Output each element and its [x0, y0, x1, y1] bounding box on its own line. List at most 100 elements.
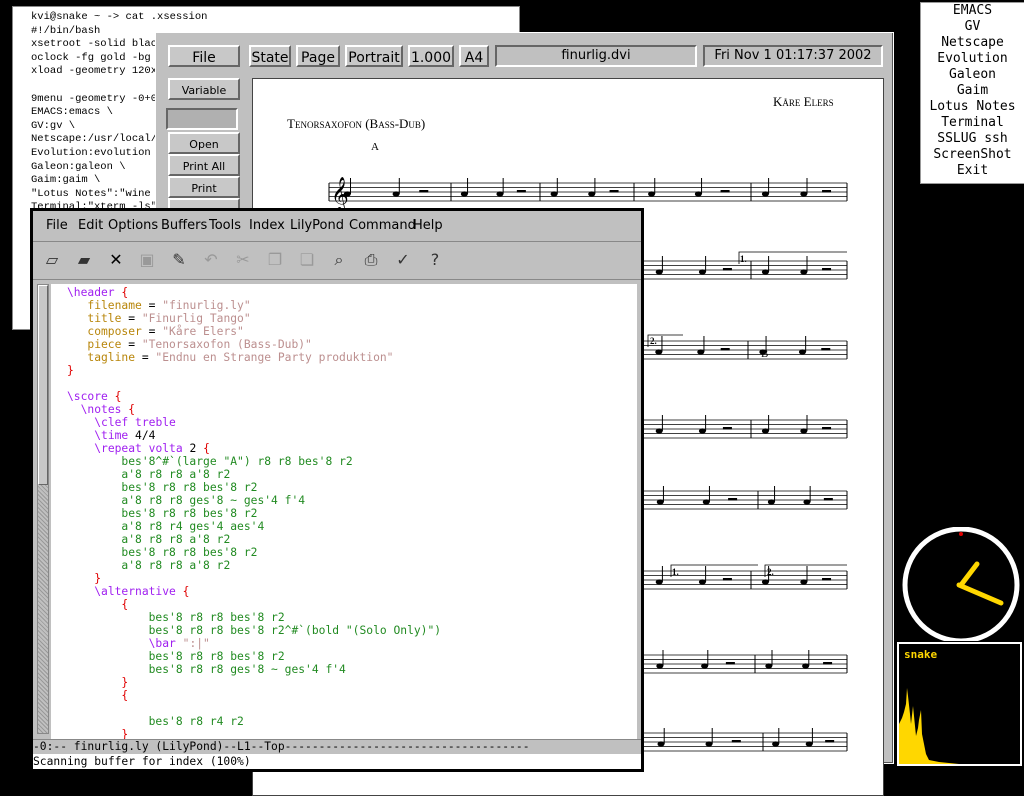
xload: snake — [897, 642, 1022, 766]
volta-1-label-2: 1. — [672, 567, 679, 577]
note-head — [588, 191, 596, 197]
paper-button[interactable]: A4 — [459, 45, 489, 67]
menu-item-emacs[interactable]: EMACS — [921, 3, 1024, 19]
menu-options[interactable]: Options — [108, 218, 158, 233]
page-panner[interactable] — [166, 108, 238, 130]
save-icon[interactable]: ▣ — [136, 249, 158, 271]
menu-item-gv[interactable]: GV — [921, 19, 1024, 35]
rest — [722, 578, 732, 581]
date-field: Fri Nov 1 01:17:37 2002 — [703, 45, 883, 67]
note-head — [550, 191, 558, 197]
menu-item-galeon[interactable]: Galeon — [921, 67, 1024, 83]
scrollbar-thumb[interactable] — [38, 285, 48, 485]
copy-icon[interactable]: ❐ — [264, 249, 286, 271]
menu-item-gaim[interactable]: Gaim — [921, 83, 1024, 99]
save-as-icon[interactable]: ✎ — [168, 249, 190, 271]
rest — [823, 498, 833, 501]
menu-item-exit[interactable]: Exit — [921, 163, 1024, 179]
note-head — [698, 428, 706, 434]
rest — [822, 578, 832, 581]
open-folder-icon[interactable]: ▰ — [73, 249, 95, 271]
variable-size-button[interactable]: Variable Size — [168, 78, 240, 119]
rest — [728, 498, 738, 501]
menu-file[interactable]: File — [46, 218, 68, 233]
note-head — [698, 579, 706, 585]
menu-help[interactable]: Help — [413, 218, 443, 233]
note-head — [805, 741, 813, 747]
note-head — [800, 579, 808, 585]
cut-icon[interactable]: ✂ — [232, 249, 254, 271]
rest — [822, 427, 832, 430]
print-all-button[interactable]: Print All — [168, 154, 240, 176]
new-file-icon[interactable]: ▱ — [41, 249, 63, 271]
orientation-button[interactable]: Portrait — [345, 45, 403, 67]
menu-lilypond[interactable]: LilyPond — [290, 218, 344, 233]
help-icon[interactable]: ? — [424, 249, 446, 271]
rest — [823, 662, 833, 665]
rest — [822, 268, 832, 271]
rest — [609, 190, 619, 193]
volta-2-label-2: 2. — [767, 567, 774, 577]
note-head — [697, 349, 705, 355]
menu-item-screenshot[interactable]: ScreenShot — [921, 147, 1024, 163]
note-head — [800, 269, 808, 275]
close-icon[interactable]: ✕ — [105, 249, 127, 271]
note-head — [761, 579, 769, 585]
launcher-menu: EMACS GV Netscape Evolution Galeon Gaim … — [920, 2, 1024, 184]
rest — [722, 268, 732, 271]
note-head — [802, 663, 810, 669]
note-head — [460, 191, 468, 197]
rest — [725, 662, 735, 665]
rest — [821, 348, 831, 351]
rehearsal-mark-a: A — [371, 141, 379, 153]
minibuffer: Scanning buffer for index (100%) — [33, 754, 641, 769]
note-head — [761, 191, 769, 197]
emacs-buffer[interactable]: \header { filename = "finurlig.ly" title… — [51, 284, 637, 739]
note-head — [705, 741, 713, 747]
load-graph — [899, 688, 959, 764]
file-button[interactable]: File — [168, 45, 240, 67]
filename-field: finurlig.dvi — [495, 45, 697, 67]
search-icon[interactable]: ⌕ — [328, 249, 350, 271]
print-marked-button[interactable]: Print Marked — [168, 176, 240, 217]
print-icon[interactable]: ⎙ — [360, 249, 382, 271]
note-head — [800, 191, 808, 197]
note-head — [496, 191, 504, 197]
menu-item-lotus-notes[interactable]: Lotus Notes — [921, 99, 1024, 115]
menu-item-terminal[interactable]: Terminal — [921, 115, 1024, 131]
note-head — [765, 663, 773, 669]
note-head — [655, 428, 663, 434]
note-head — [656, 499, 664, 505]
page-button[interactable]: Page — [296, 45, 340, 67]
mode-line: -0:-- finurlig.ly (LilyPond)--L1--Top---… — [33, 739, 641, 754]
menu-item-evolution[interactable]: Evolution — [921, 51, 1024, 67]
menu-buffers[interactable]: Buffers — [161, 218, 207, 233]
note-head — [657, 741, 665, 747]
emacs-scrollbar[interactable] — [37, 284, 49, 734]
menu-tools[interactable]: Tools — [209, 218, 241, 233]
menu-item-netscape[interactable]: Netscape — [921, 35, 1024, 51]
paste-icon[interactable]: ❏ — [296, 249, 318, 271]
menu-edit[interactable]: Edit — [78, 218, 103, 233]
volta-1-label: 1. — [740, 254, 747, 264]
note-head — [694, 191, 702, 197]
rest — [722, 427, 732, 430]
customize-icon[interactable]: ✓ — [392, 249, 414, 271]
undo-icon[interactable]: ↶ — [200, 249, 222, 271]
piece-text: Tenorsaxofon (Bass-Dub) — [287, 116, 425, 131]
composer-text: Kåre Elers — [773, 94, 834, 109]
note-head — [767, 499, 775, 505]
note-head — [702, 499, 710, 505]
menu-item-sslug-ssh[interactable]: SSLUG ssh — [921, 131, 1024, 147]
note-head — [803, 499, 811, 505]
note-head — [759, 349, 767, 355]
scale-button[interactable]: 1.000 — [408, 45, 454, 67]
note-head — [648, 191, 656, 197]
rest — [825, 740, 835, 743]
state-button[interactable]: State — [249, 45, 291, 67]
note-head — [701, 663, 709, 669]
open-button[interactable]: Open — [168, 132, 240, 154]
note-head — [656, 663, 664, 669]
menu-index[interactable]: Index — [249, 218, 285, 233]
menu-command[interactable]: Command — [349, 218, 416, 233]
